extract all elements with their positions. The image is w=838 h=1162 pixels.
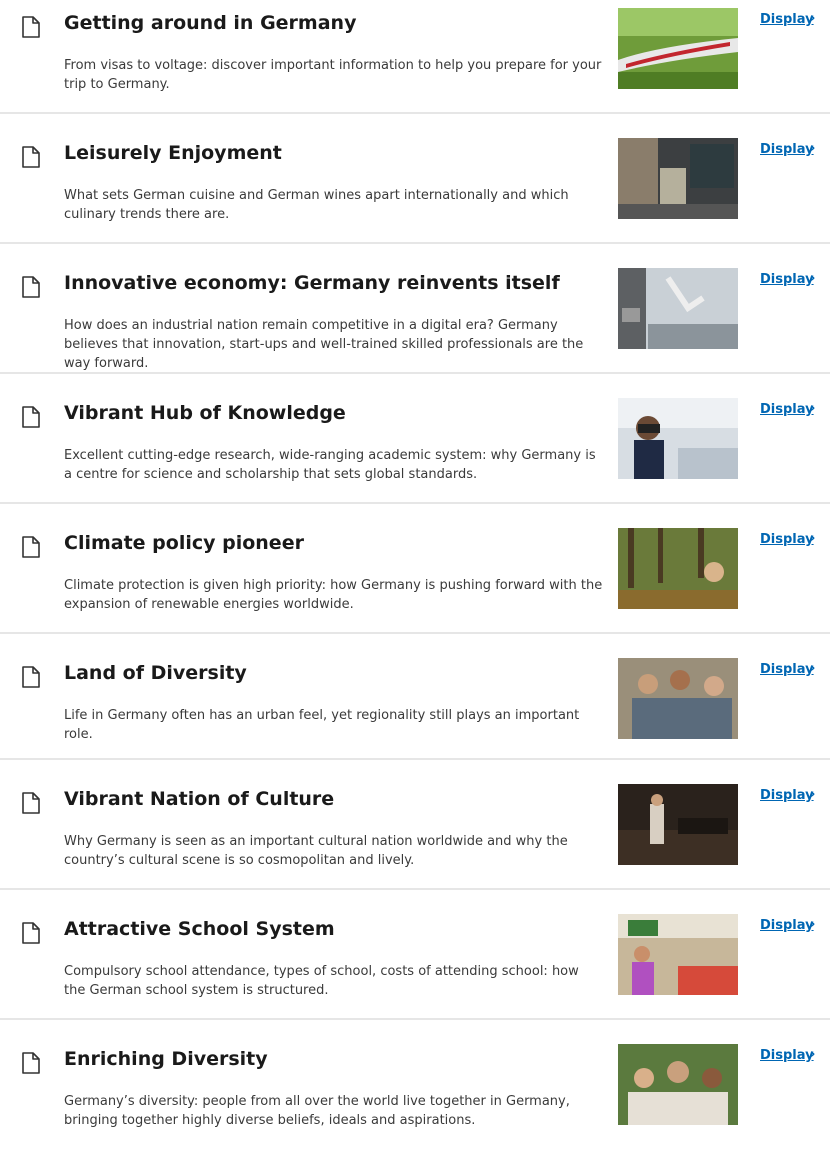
chevron-right-icon: ›: [810, 531, 816, 546]
divider: [0, 758, 830, 760]
document-icon: [22, 792, 40, 814]
people-group-image[interactable]: [618, 1044, 738, 1125]
item-description: Compulsory school attendance, types of s…: [64, 964, 579, 998]
divider: [0, 372, 830, 374]
cafe-interior-image[interactable]: [618, 138, 738, 219]
item-description: Germany’s diversity: people from all ove…: [64, 1094, 570, 1128]
item-description: Climate protection is given high priorit…: [64, 578, 603, 612]
item-description: Life in Germany often has an urban feel,…: [64, 708, 580, 742]
forest-group-image[interactable]: [618, 528, 738, 609]
chevron-right-icon: ›: [810, 661, 816, 676]
divider: [0, 888, 830, 890]
chevron-right-icon: ›: [810, 787, 816, 802]
train-landscape-image[interactable]: [618, 8, 738, 89]
list-item: Attractive School System Compulsory scho…: [0, 912, 830, 1032]
item-title[interactable]: Vibrant Nation of Culture: [64, 786, 594, 812]
divider: [0, 632, 830, 634]
item-title[interactable]: Innovative economy: Germany reinvents it…: [64, 270, 594, 296]
list-item: Enriching Diversity Germany’s diversity:…: [0, 1042, 830, 1162]
item-description: What sets German cuisine and German wine…: [64, 188, 569, 222]
item-title[interactable]: Climate policy pioneer: [64, 530, 594, 556]
divider: [0, 242, 830, 244]
article-list: Getting around in Germany From visas to …: [0, 0, 838, 1143]
chevron-right-icon: ›: [810, 271, 816, 286]
item-description: Excellent cutting-edge research, wide-ra…: [64, 448, 596, 482]
display-link[interactable]: Display: [760, 1047, 814, 1065]
list-item: Getting around in Germany From visas to …: [0, 6, 830, 126]
chevron-right-icon: ›: [810, 917, 816, 932]
list-item: Innovative economy: Germany reinvents it…: [0, 266, 830, 386]
vr-headset-lab-image[interactable]: [618, 398, 738, 479]
item-title[interactable]: Attractive School System: [64, 916, 594, 942]
display-link[interactable]: Display: [760, 141, 814, 159]
display-link[interactable]: Display: [760, 531, 814, 549]
item-title[interactable]: Enriching Diversity: [64, 1046, 594, 1072]
item-title[interactable]: Vibrant Hub of Knowledge: [64, 400, 594, 426]
item-title[interactable]: Leisurely Enjoyment: [64, 140, 594, 166]
display-link[interactable]: Display: [760, 917, 814, 935]
chevron-right-icon: ›: [810, 11, 816, 26]
friends-laughing-image[interactable]: [618, 658, 738, 739]
robot-factory-image[interactable]: [618, 268, 738, 349]
orchestra-stage-image[interactable]: [618, 784, 738, 865]
list-item: Vibrant Nation of Culture Why Germany is…: [0, 782, 830, 902]
item-description: Why Germany is seen as an important cult…: [64, 834, 568, 868]
divider: [0, 1018, 830, 1020]
document-icon: [22, 276, 40, 298]
display-link[interactable]: Display: [760, 401, 814, 419]
document-icon: [22, 666, 40, 688]
document-icon: [22, 16, 40, 38]
list-item: Leisurely Enjoyment What sets German cui…: [0, 136, 830, 256]
document-icon: [22, 536, 40, 558]
display-link[interactable]: Display: [760, 661, 814, 679]
classroom-image[interactable]: [618, 914, 738, 995]
item-title[interactable]: Land of Diversity: [64, 660, 594, 686]
chevron-right-icon: ›: [810, 1047, 816, 1062]
item-description: How does an industrial nation remain com…: [64, 318, 584, 371]
list-item: Vibrant Hub of Knowledge Excellent cutti…: [0, 396, 830, 516]
display-link[interactable]: Display: [760, 787, 814, 805]
item-description: From visas to voltage: discover importan…: [64, 58, 602, 92]
item-title[interactable]: Getting around in Germany: [64, 10, 594, 36]
divider: [0, 502, 830, 504]
list-item: Climate policy pioneer Climate protectio…: [0, 526, 830, 646]
document-icon: [22, 146, 40, 168]
divider: [0, 112, 830, 114]
document-icon: [22, 1052, 40, 1074]
chevron-right-icon: ›: [810, 401, 816, 416]
display-link[interactable]: Display: [760, 271, 814, 289]
chevron-right-icon: ›: [810, 141, 816, 156]
document-icon: [22, 406, 40, 428]
document-icon: [22, 922, 40, 944]
display-link[interactable]: Display: [760, 11, 814, 29]
